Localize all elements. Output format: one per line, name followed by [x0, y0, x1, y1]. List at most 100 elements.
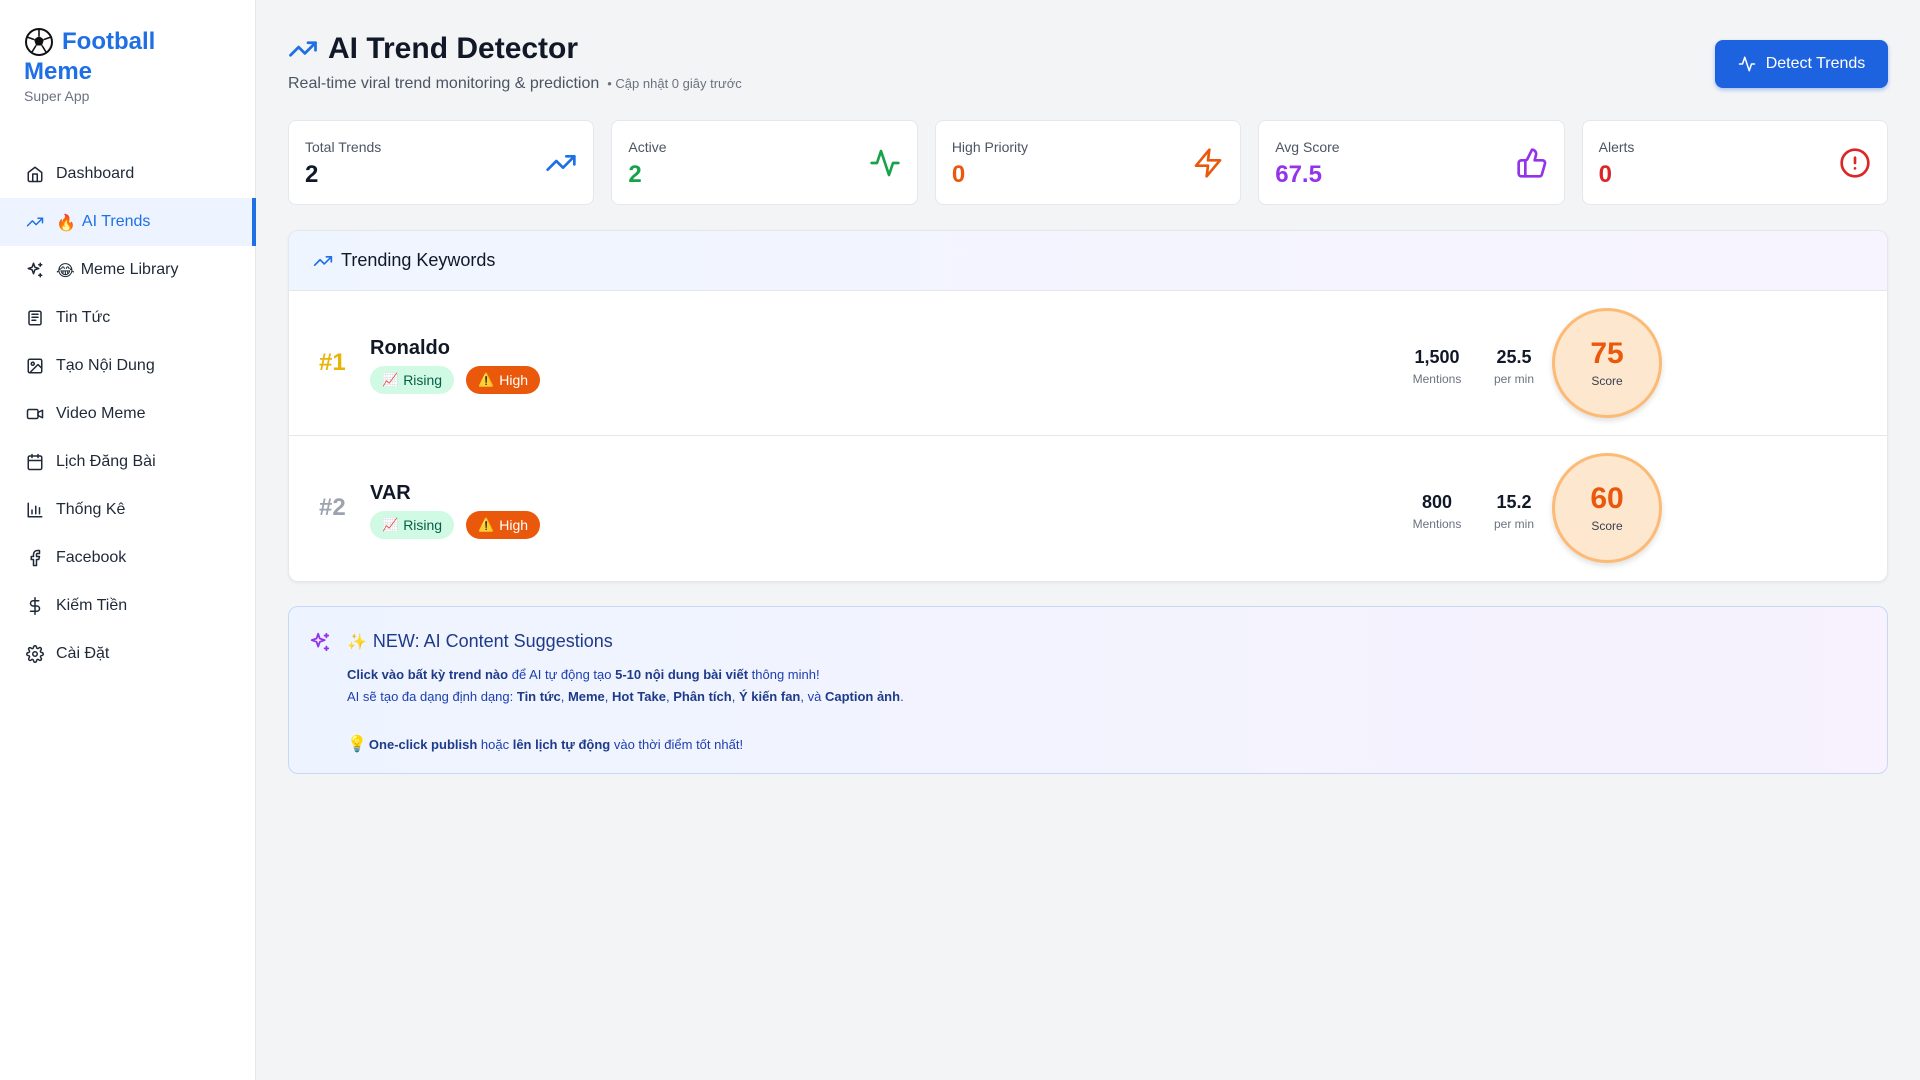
- score-label: Score: [1591, 374, 1623, 388]
- page-title: AI Trend Detector: [288, 32, 578, 66]
- sidebar-item-label: Lịch Đăng Bài: [56, 453, 156, 470]
- football-icon: [25, 28, 53, 56]
- format-tin-tuc: Tin tức: [516, 689, 561, 704]
- stat-value: 67.5: [1275, 161, 1322, 188]
- dollar-icon: [24, 595, 46, 617]
- activity-icon: [870, 149, 900, 177]
- main-content: AI Trend Detector Real-time viral trend …: [288, 0, 1889, 774]
- sidebar-nav: Dashboard 🔥 AI Trends 😂 Meme Library Tin…: [0, 150, 256, 678]
- priority-badge-label: High: [499, 517, 529, 533]
- page-title-text: AI Trend Detector: [328, 32, 579, 65]
- mentions-label: Mentions: [1412, 372, 1462, 386]
- stat-label: Alerts: [1598, 139, 1635, 155]
- sparkles-icon: [24, 259, 46, 281]
- sidebar-item-label: Dashboard: [56, 165, 135, 182]
- video-icon: [24, 403, 46, 425]
- stat-value: 2: [305, 161, 319, 188]
- status-badge: 📈 Rising: [370, 366, 455, 394]
- format-caption-anh: Caption ảnh: [824, 689, 901, 704]
- status-badge: 📈 Rising: [370, 511, 455, 539]
- trend-badges: 📈 Rising ⚠️ High: [370, 366, 541, 394]
- suggestion-text: để AI tự động tạo: [508, 667, 616, 682]
- detect-trends-button[interactable]: Detect Trends: [1715, 40, 1888, 88]
- suggestion-emphasis: lên lịch tự động: [512, 737, 611, 752]
- rate-value: 25.5: [1496, 347, 1532, 367]
- suggestion-line-3: 💡 One-click publish hoặc lên lịch tự động…: [347, 734, 743, 753]
- rate-metric: 25.5 per min: [1474, 347, 1554, 386]
- sidebar-item-label: Thống Kê: [56, 501, 126, 518]
- mentions-metric: 800 Mentions: [1397, 492, 1477, 531]
- sidebar-item-label: AI Trends: [81, 213, 151, 230]
- sidebar: Football Meme Super App Dashboard 🔥 AI T…: [0, 0, 256, 1080]
- thumbs-up-icon: [1516, 148, 1546, 178]
- sidebar-item-tin-tuc[interactable]: Tin Tức: [0, 294, 255, 342]
- trend-row[interactable]: #2 VAR 📈 Rising ⚠️ High 800 Mentions 15.…: [289, 436, 1887, 581]
- trending-up-icon: [313, 255, 333, 266]
- stat-card-avg-score: Avg Score 67.5: [1258, 120, 1565, 205]
- sparkles-emoji-icon: ✨: [347, 632, 367, 651]
- lightbulb-icon: 💡: [347, 734, 367, 753]
- sidebar-item-lich-dang-bai[interactable]: Lịch Đăng Bài: [0, 438, 255, 486]
- bar-chart-icon: [24, 499, 46, 521]
- sidebar-item-label: Meme Library: [80, 261, 179, 278]
- sidebar-item-ai-trends[interactable]: 🔥 AI Trends: [0, 198, 256, 246]
- sidebar-item-tao-noi-dung[interactable]: Tạo Nội Dung: [0, 342, 255, 390]
- sidebar-item-meme-library[interactable]: 😂 Meme Library: [0, 246, 255, 294]
- format-phan-tich: Phân tích: [673, 689, 732, 704]
- trend-badges: 📈 Rising ⚠️ High: [370, 511, 541, 539]
- format-y-kien-fan: Ý kiến fan: [738, 689, 801, 704]
- sidebar-item-facebook[interactable]: Facebook: [0, 534, 255, 582]
- rate-label: per min: [1493, 517, 1534, 531]
- suggestion-line-1: Click vào bất kỳ trend nào để AI tự động…: [347, 667, 820, 682]
- suggestion-text: , và: [800, 689, 825, 704]
- sidebar-item-video-meme[interactable]: Video Meme: [0, 390, 255, 438]
- stat-card-alerts: Alerts 0: [1581, 120, 1889, 205]
- suggestion-line-2: AI sẽ tạo đa dạng định dạng: Tin tức, Me…: [347, 689, 904, 704]
- trending-keywords-header: Trending Keywords: [289, 231, 1887, 291]
- sidebar-item-kiem-tien[interactable]: Kiếm Tiền: [0, 582, 255, 630]
- suggestion-text: thông minh!: [748, 667, 820, 682]
- priority-badge: ⚠️ High: [466, 511, 541, 539]
- trend-keyword: VAR: [370, 482, 411, 504]
- stat-label: Avg Score: [1275, 139, 1340, 155]
- trend-rank: #1: [319, 349, 346, 376]
- warning-icon: ⚠️: [478, 517, 495, 533]
- stat-label: High Priority: [951, 139, 1029, 155]
- fire-icon: 🔥: [56, 212, 76, 232]
- stat-card-total-trends: Total Trends 2: [288, 120, 595, 205]
- trending-keywords-title: Trending Keywords: [341, 250, 496, 270]
- score-value: 75: [1590, 337, 1624, 370]
- priority-badge: ⚠️ High: [466, 366, 541, 394]
- facebook-icon: [24, 547, 46, 569]
- zap-icon: [1194, 148, 1222, 178]
- score-value: 60: [1590, 482, 1624, 515]
- trend-keyword: Ronaldo: [370, 337, 450, 359]
- score-circle: 75 Score: [1552, 308, 1662, 418]
- subtitle-text: Real-time viral trend monitoring & predi…: [288, 75, 600, 92]
- stat-card-high-priority: High Priority 0: [934, 120, 1242, 205]
- suggestion-text: hoặc: [477, 737, 513, 752]
- sidebar-item-cai-dat[interactable]: Cài Đặt: [0, 630, 255, 678]
- suggestion-emphasis: 5-10 nội dung bài viết: [615, 667, 749, 682]
- brand-subtitle: Super App: [24, 88, 90, 104]
- sidebar-item-label: Tin Tức: [56, 309, 111, 326]
- sidebar-item-dashboard[interactable]: Dashboard: [0, 150, 255, 198]
- sidebar-item-thong-ke[interactable]: Thống Kê: [0, 486, 255, 534]
- image-icon: [24, 355, 46, 377]
- trending-up-icon: [546, 155, 577, 171]
- suggestion-text: vào thời điểm tốt nhất!: [610, 737, 744, 752]
- calendar-icon: [24, 451, 46, 473]
- ai-suggestions-panel: ✨ NEW: AI Content Suggestions Click vào …: [288, 606, 1888, 774]
- detect-trends-label: Detect Trends: [1765, 55, 1866, 72]
- trend-row[interactable]: #1 Ronaldo 📈 Rising ⚠️ High 1,500 Mentio…: [289, 291, 1887, 436]
- stat-value: 2: [628, 161, 642, 188]
- trending-up-icon: [24, 211, 46, 233]
- sidebar-item-label: Kiếm Tiền: [56, 597, 128, 614]
- format-hot-take: Hot Take: [612, 689, 666, 704]
- last-updated: • Cập nhật 0 giây trước: [607, 76, 742, 91]
- laughing-face-icon: 😂: [56, 260, 75, 280]
- warning-icon: ⚠️: [478, 372, 495, 388]
- brand[interactable]: Football Meme Super App: [0, 0, 255, 104]
- mentions-value: 1,500: [1414, 347, 1460, 367]
- page-header: AI Trend Detector Real-time viral trend …: [288, 0, 1888, 120]
